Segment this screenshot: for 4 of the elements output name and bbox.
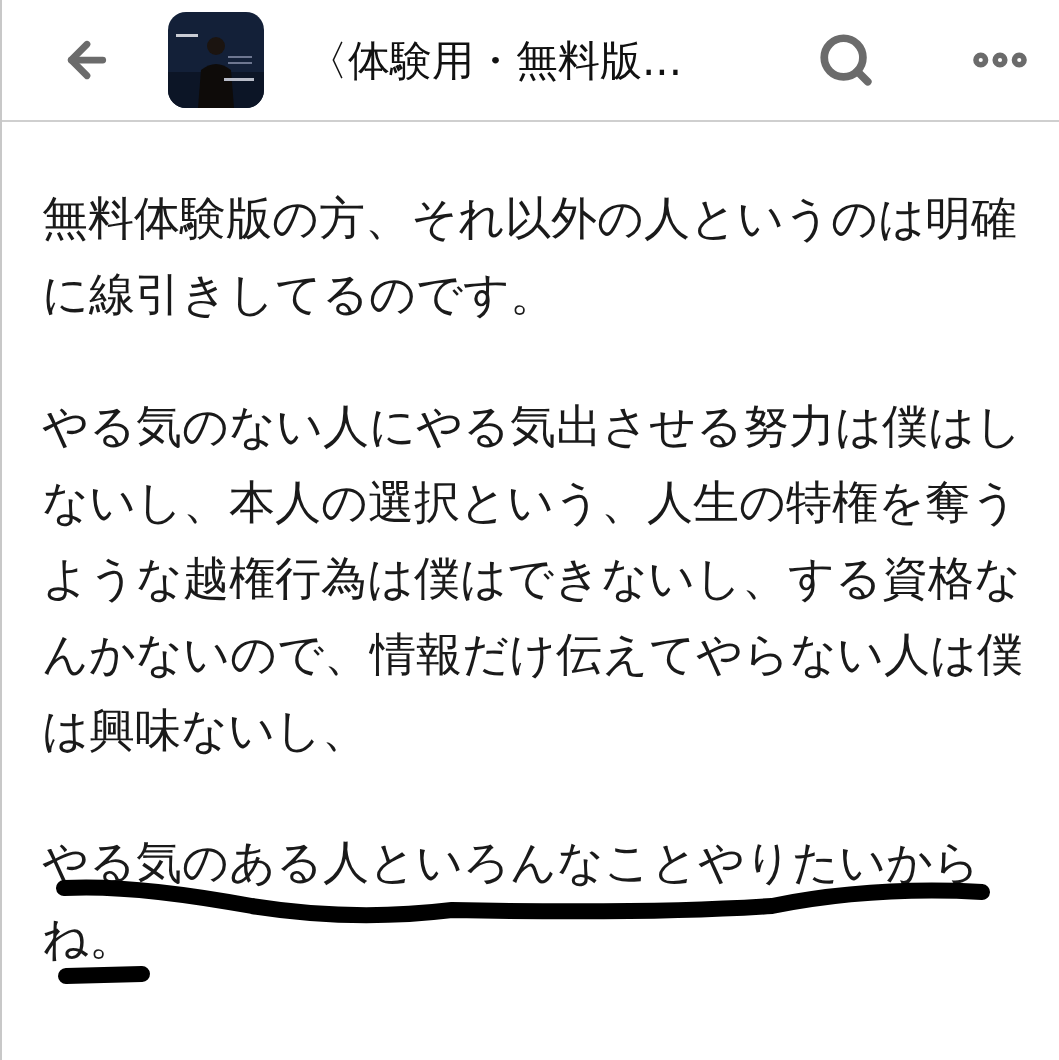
search-icon[interactable] [817, 31, 875, 89]
message-paragraph: 無料体験版の方、それ以外の人というのは明確に線引きしてるのです。 [42, 190, 1018, 323]
message-paragraph: やる気のない人にやる気出させる努力は僕はしないし、本人の選択という、人生の特権を奪うような越権行為は僕はできないし、する資格なんかないので、情報だけ伝えてやらない人は僕は興味ないし、 [42, 398, 1024, 759]
chat-title: 〈体験用・無料版... [306, 34, 683, 87]
